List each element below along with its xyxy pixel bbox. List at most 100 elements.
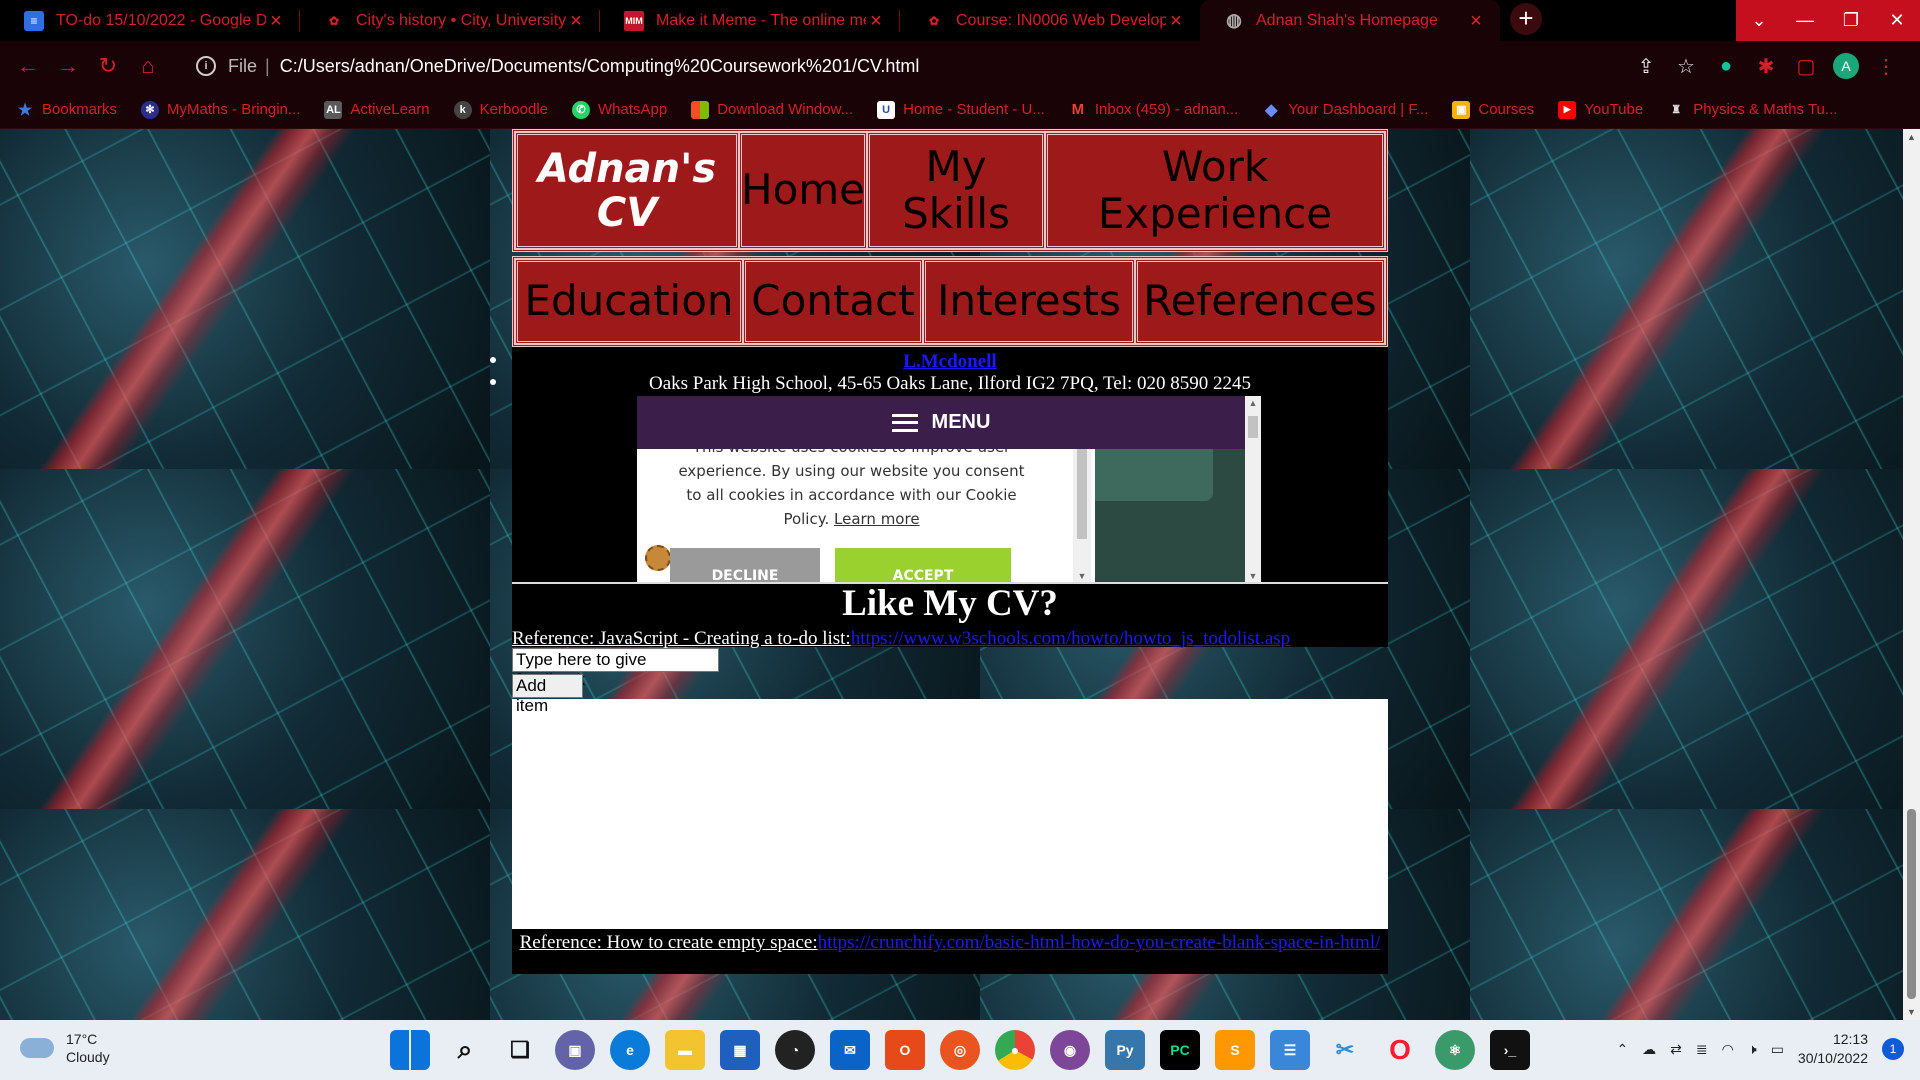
bookmark-item[interactable]: ◆ Your Dashboard | F... xyxy=(1262,101,1428,119)
bookmarks-bar: ★ Bookmarks ✻ MyMaths - Bringin... AL Activ… xyxy=(0,91,1920,129)
reload-icon[interactable]: ↻ xyxy=(88,46,128,86)
snipping-icon[interactable]: ✂ xyxy=(1325,1030,1365,1070)
nav-education[interactable]: Education xyxy=(515,259,743,344)
reference-name-link[interactable]: L.Mcdonell xyxy=(512,347,1388,373)
more-menu-icon[interactable]: ⋮ xyxy=(1866,46,1906,86)
tab-make-it-meme[interactable]: MIM Make it Meme - The online meme × xyxy=(600,0,900,41)
embed-menu-button[interactable]: MENU xyxy=(637,396,1245,449)
home-icon[interactable]: ⌂ xyxy=(128,46,168,86)
site-info-icon[interactable]: i xyxy=(196,56,216,76)
bookmark-item[interactable]: ✻ MyMaths - Bringin... xyxy=(141,100,300,119)
scroll-down-icon[interactable]: ▼ xyxy=(1903,1004,1920,1020)
terminal-icon[interactable]: ›_ xyxy=(1490,1030,1530,1070)
nav-work-experience[interactable]: Work Experience xyxy=(1045,132,1385,249)
bookmark-item[interactable]: ♜ Physics & Maths Tu... xyxy=(1667,101,1837,119)
teams-chat-icon[interactable]: ▣ xyxy=(555,1030,595,1070)
embed-outer-scrollbar[interactable]: ▲ ▼ xyxy=(1245,396,1261,583)
scroll-up-icon[interactable]: ▲ xyxy=(1245,398,1261,408)
tab-search-icon[interactable]: ⌄ xyxy=(1736,0,1782,41)
onedrive-icon[interactable]: ☁ xyxy=(1642,1041,1656,1058)
scroll-down-icon[interactable]: ▼ xyxy=(1245,571,1261,581)
tab-city-history[interactable]: ✿ City's history • City, University of × xyxy=(300,0,600,41)
scroll-up-icon[interactable]: ▲ xyxy=(1903,129,1920,145)
battery-icon[interactable]: ▭ xyxy=(1771,1041,1784,1058)
restore-icon[interactable]: ❐ xyxy=(1828,0,1874,41)
bookmark-item[interactable]: U Home - Student - U... xyxy=(877,100,1045,119)
tab-adnan-homepage[interactable]: ◍ Adnan Shah's Homepage × xyxy=(1200,0,1500,41)
atom-icon[interactable]: ⚛ xyxy=(1435,1030,1475,1070)
nav-home[interactable]: Home xyxy=(739,132,867,249)
bookmark-item[interactable]: ★ Bookmarks xyxy=(16,101,117,119)
space-reference-link[interactable]: https://crunchify.com/basic-html-how-do-… xyxy=(818,932,1381,953)
add-item-button[interactable]: Add item xyxy=(512,674,583,715)
forward-icon[interactable]: → xyxy=(48,46,88,86)
nav-row-secondary: Education Contact Interests References xyxy=(512,256,1388,347)
embedded-school-site[interactable]: MENU This website uses cookies to improv… xyxy=(637,396,1261,583)
cookie-accept-button[interactable]: ACCEPT xyxy=(835,548,1011,583)
sublime-icon[interactable]: S xyxy=(1215,1030,1255,1070)
close-window-icon[interactable]: ✕ xyxy=(1874,0,1920,41)
speedometer-icon[interactable]: ◔ xyxy=(775,1030,815,1070)
back-icon[interactable]: ← xyxy=(8,46,48,86)
nav-interests[interactable]: Interests xyxy=(923,259,1135,344)
bookmark-item[interactable]: Download Window... xyxy=(691,100,853,119)
scroll-thumb[interactable] xyxy=(1907,809,1916,999)
search-icon[interactable]: ⌕ xyxy=(445,1030,485,1070)
bookmark-item[interactable]: k Kerboodle xyxy=(453,100,548,119)
new-tab-button[interactable]: + xyxy=(1510,2,1542,35)
office-icon[interactable]: O xyxy=(885,1030,925,1070)
tor-icon[interactable]: ◉ xyxy=(1050,1030,1090,1070)
cookie-learn-more-link[interactable]: Learn more xyxy=(834,510,920,528)
chrome-icon[interactable]: ● xyxy=(995,1030,1035,1070)
volume-muted-icon[interactable]: 🕨 xyxy=(1748,1041,1757,1058)
wifi-icon[interactable]: ◠ xyxy=(1722,1041,1734,1058)
chevron-up-icon[interactable]: ⌃ xyxy=(1616,1041,1628,1058)
feedback-input[interactable]: Type here to give feedback xyxy=(512,648,719,689)
close-tab-icon[interactable]: × xyxy=(566,11,586,31)
tab-google-docs[interactable]: ≡ TO-do 15/10/2022 - Google Doc × xyxy=(0,0,300,41)
notepad-icon[interactable]: ☰ xyxy=(1270,1030,1310,1070)
embed-inner-scrollbar[interactable]: ▼ xyxy=(1073,449,1091,583)
start-icon[interactable] xyxy=(390,1030,430,1070)
site-brand[interactable]: Adnan's CV xyxy=(515,132,739,249)
bookmark-item[interactable]: ✆ WhatsApp xyxy=(572,100,667,119)
side-panel-icon[interactable]: ▢ xyxy=(1786,46,1826,86)
page-scrollbar[interactable]: ▲ ▼ xyxy=(1903,129,1920,1020)
close-tab-icon[interactable]: × xyxy=(1166,11,1186,31)
weather-widget[interactable]: 17°C Cloudy xyxy=(20,1030,110,1066)
share-icon[interactable]: ⇪ xyxy=(1626,46,1666,86)
address-bar[interactable]: i File | C:/Users/adnan/OneDrive/Documen… xyxy=(186,48,1616,84)
python-icon[interactable]: Py xyxy=(1105,1030,1145,1070)
bookmark-item[interactable]: ▣ Courses xyxy=(1452,100,1534,119)
bookmark-star-icon[interactable]: ☆ xyxy=(1666,46,1706,86)
bookmark-item[interactable]: ▶ YouTube xyxy=(1558,100,1643,119)
todo-reference-link[interactable]: https://www.w3schools.com/howto/howto_js… xyxy=(851,628,1290,649)
close-tab-icon[interactable]: × xyxy=(866,11,886,31)
clock[interactable]: 12:13 30/10/2022 xyxy=(1798,1030,1868,1068)
nav-my-skills[interactable]: My Skills xyxy=(867,132,1045,249)
task-view-icon[interactable]: ❏ xyxy=(500,1030,540,1070)
edge-icon[interactable]: e xyxy=(610,1030,650,1070)
bookmark-item[interactable]: AL ActiveLearn xyxy=(324,100,430,119)
profile-avatar[interactable]: A xyxy=(1833,53,1859,79)
nav-references[interactable]: References xyxy=(1135,259,1385,344)
file-explorer-icon[interactable]: ▬ xyxy=(665,1030,705,1070)
tab-course-in0006[interactable]: ✿ Course: IN0006 Web Development × xyxy=(900,0,1200,41)
scroll-down-icon[interactable]: ▼ xyxy=(1074,571,1090,581)
notification-badge[interactable]: 1 xyxy=(1882,1038,1904,1060)
pycharm-icon[interactable]: PC xyxy=(1160,1030,1200,1070)
close-tab-icon[interactable]: × xyxy=(1466,11,1486,31)
cookie-decline-button[interactable]: DECLINE xyxy=(670,548,820,583)
store-icon[interactable]: ▦ xyxy=(720,1030,760,1070)
opera-icon[interactable]: O xyxy=(1380,1030,1420,1070)
mail-icon[interactable]: ✉ xyxy=(830,1030,870,1070)
grammarly-icon[interactable]: ● xyxy=(1706,46,1746,86)
close-tab-icon[interactable]: × xyxy=(266,11,286,31)
bookmark-item[interactable]: M Inbox (459) - adnan... xyxy=(1069,101,1239,119)
network-settings-icon[interactable]: ⇄ xyxy=(1670,1041,1682,1058)
minimize-icon[interactable]: — xyxy=(1782,0,1828,41)
extension-icon[interactable]: ✱ xyxy=(1746,46,1786,86)
ubuntu-icon[interactable]: ◎ xyxy=(940,1030,980,1070)
language-icon[interactable]: ≣ xyxy=(1696,1041,1708,1058)
nav-contact[interactable]: Contact xyxy=(743,259,923,344)
